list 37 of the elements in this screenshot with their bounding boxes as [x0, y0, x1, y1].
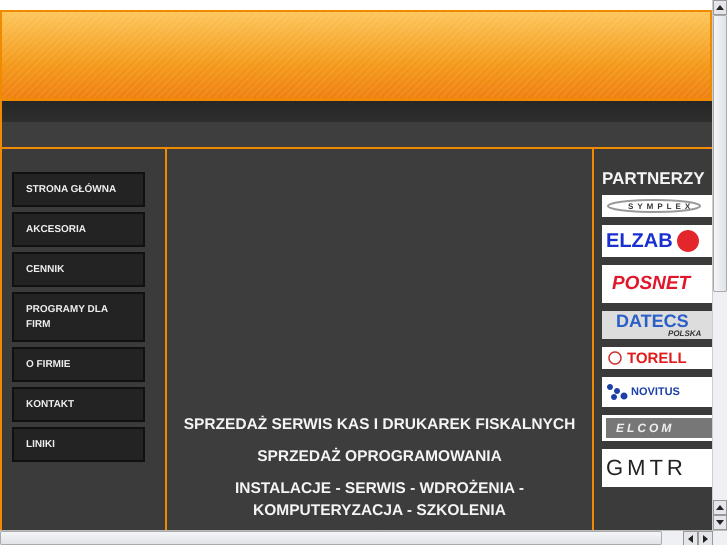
- left-arrow-icon: [688, 534, 693, 542]
- scroll-up-button[interactable]: [713, 500, 727, 515]
- horizontal-scrollbar[interactable]: [0, 530, 727, 545]
- dots-icon: [606, 383, 628, 401]
- scroll-thumb[interactable]: [0, 531, 662, 545]
- menu-item[interactable]: AKCESORIA: [12, 212, 145, 247]
- scroll-right-button[interactable]: [698, 531, 713, 545]
- menu-item[interactable]: O FIRMIE: [12, 347, 145, 382]
- headline: SPRZEDAŻ OPROGRAMOWANIA: [257, 446, 502, 467]
- target-icon: [606, 351, 624, 365]
- logo-subtext: POLSKA: [668, 330, 702, 338]
- menu-item[interactable]: KONTAKT: [12, 387, 145, 422]
- logo-text: ELCOM: [606, 418, 712, 438]
- ball-icon: [676, 229, 700, 253]
- partners-title: PARTNERZY: [602, 169, 706, 189]
- logo-text: NOVITUS: [631, 386, 680, 398]
- scroll-down-button[interactable]: [713, 515, 727, 530]
- menu-item[interactable]: CENNIK: [12, 252, 145, 287]
- menu-item[interactable]: STRONA GŁÓWNA: [12, 172, 145, 207]
- logo-text: POSNET: [612, 273, 690, 295]
- right-arrow-icon: [703, 534, 708, 542]
- vertical-scrollbar[interactable]: [712, 0, 727, 530]
- logo-text: SYMPLEX: [628, 202, 694, 210]
- menu-item[interactable]: PROGRAMY DLA FIRM: [12, 292, 145, 342]
- up-arrow-icon: [716, 5, 724, 10]
- scroll-up-button[interactable]: [713, 0, 727, 15]
- down-arrow-icon: [716, 520, 724, 525]
- up-arrow-icon: [716, 505, 724, 510]
- logo-text: GMTR: [606, 455, 687, 481]
- scroll-left-button[interactable]: [683, 531, 698, 545]
- logo-text: DATECS: [616, 312, 689, 330]
- headline: SPRZEDAŻ SERWIS KAS I DRUKAREK FISKALNYCH: [184, 414, 576, 435]
- menu-item[interactable]: LINIKI: [12, 427, 145, 462]
- logo-text: TORELL: [627, 350, 687, 366]
- headline: INSTALACJE - SERWIS - WDROŻENIA - KOMPUTERYZACJA - SZKOLENIA: [234, 478, 526, 521]
- scroll-thumb[interactable]: [713, 15, 727, 292]
- logo-text: ELZAB: [606, 230, 673, 252]
